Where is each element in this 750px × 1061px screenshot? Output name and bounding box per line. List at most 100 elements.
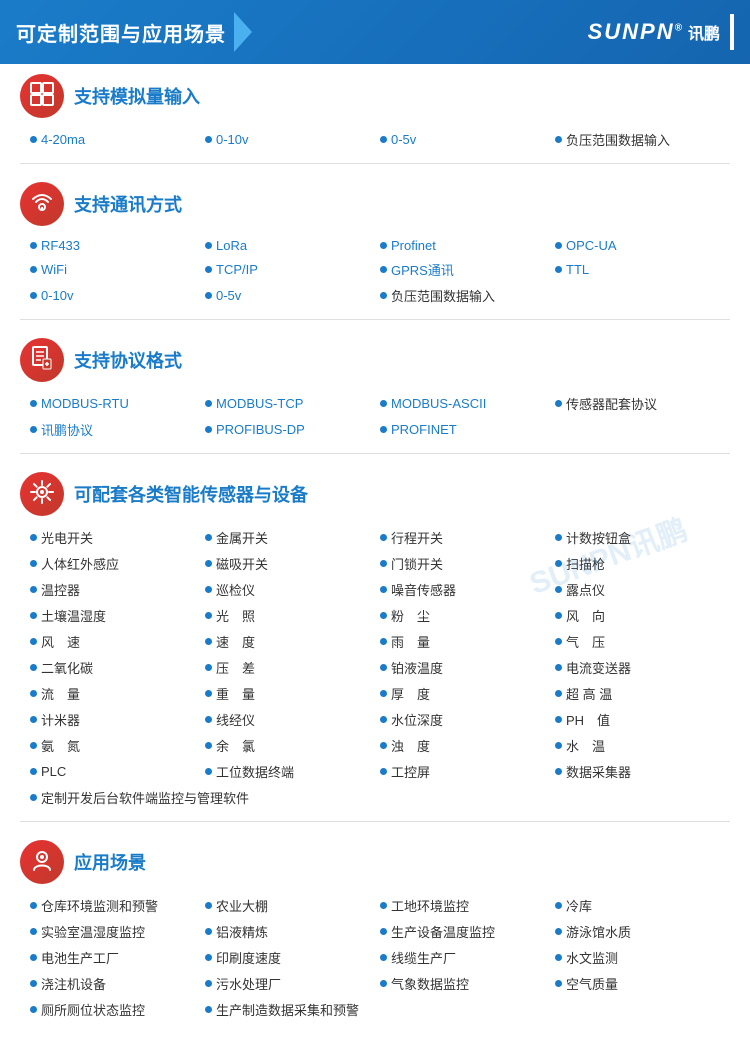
item-label: TCP/IP xyxy=(216,262,258,277)
list-item: TCP/IP xyxy=(205,258,380,281)
list-item: 空气质量 xyxy=(555,972,730,995)
analog-title: 支持模拟量输入 xyxy=(74,83,200,109)
list-item: 水位深度 xyxy=(380,708,555,731)
list-item: 线经仪 xyxy=(205,708,380,731)
list-item: 粉 尘 xyxy=(380,604,555,627)
list-item: 气象数据监控 xyxy=(380,972,555,995)
item-label: 重 量 xyxy=(216,684,255,703)
item-label: 光电开关 xyxy=(41,528,93,547)
item-label: 0-10v xyxy=(216,132,249,147)
sensor-icon-circle xyxy=(20,472,64,516)
item-label: 二氧化碳 xyxy=(41,658,93,677)
bullet-icon xyxy=(555,612,562,619)
bullet-icon xyxy=(30,612,37,619)
item-label: 厚 度 xyxy=(391,684,430,703)
bullet-icon xyxy=(205,266,212,273)
list-item: 风 速 xyxy=(30,630,205,653)
bullet-icon xyxy=(205,768,212,775)
bullet-icon xyxy=(380,586,387,593)
item-label: PROFINET xyxy=(391,422,457,437)
item-label: 超 高 温 xyxy=(566,684,612,703)
bullet-icon xyxy=(380,928,387,935)
bullet-icon xyxy=(380,400,387,407)
list-item: 浇注机设备 xyxy=(30,972,205,995)
list-item: GPRS通讯 xyxy=(380,258,555,281)
bullet-icon xyxy=(380,560,387,567)
item-label: 浇注机设备 xyxy=(41,974,106,993)
section-protocol-header: 支持协议格式 xyxy=(20,338,730,382)
section-comm: 支持通讯方式 RF433 LoRa Profinet OPC-UA WiFi T… xyxy=(20,182,730,320)
logo-divider xyxy=(730,14,734,50)
item-label: Profinet xyxy=(391,238,436,253)
list-item: 扫描枪 xyxy=(555,552,730,575)
item-label: 污水处理厂 xyxy=(216,974,281,993)
list-item: PROFIBUS-DP xyxy=(205,418,380,441)
list-item: 计米器 xyxy=(30,708,205,731)
analog-icon xyxy=(29,81,55,111)
item-label: LoRa xyxy=(216,238,247,253)
list-item: 厚 度 xyxy=(380,682,555,705)
list-item: 实验室温湿度监控 xyxy=(30,920,205,943)
bullet-icon xyxy=(205,716,212,723)
bullet-icon xyxy=(205,664,212,671)
protocol-title: 支持协议格式 xyxy=(74,347,182,373)
item-label: 4-20ma xyxy=(41,132,85,147)
list-item: 0-5v xyxy=(205,284,380,307)
item-label: 仓库环境监测和预警 xyxy=(41,896,158,915)
item-label: 门锁开关 xyxy=(391,554,443,573)
bullet-icon xyxy=(380,742,387,749)
item-label: 行程开关 xyxy=(391,528,443,547)
item-label: 讯鹏协议 xyxy=(41,420,93,439)
bullet-icon xyxy=(380,954,387,961)
list-item: 氨 氮 xyxy=(30,734,205,757)
item-label: 气 压 xyxy=(566,632,605,651)
item-label: 水文监测 xyxy=(566,948,618,967)
bullet-icon xyxy=(205,292,212,299)
list-item: 电流变送器 xyxy=(555,656,730,679)
list-item: MODBUS-TCP xyxy=(205,392,380,415)
bullet-icon xyxy=(30,586,37,593)
bullet-icon xyxy=(205,742,212,749)
list-item: 二氧化碳 xyxy=(30,656,205,679)
item-label: 0-5v xyxy=(216,288,241,303)
bullet-icon xyxy=(555,400,562,407)
protocol-items: MODBUS-RTU MODBUS-TCP MODBUS-ASCII 传感器配套… xyxy=(20,392,730,441)
bullet-icon xyxy=(555,534,562,541)
section-app-header: 应用场景 xyxy=(20,840,730,884)
list-item: MODBUS-RTU xyxy=(30,392,205,415)
header-title-area: 可定制范围与应用场景 xyxy=(16,12,252,52)
item-label: 空气质量 xyxy=(566,974,618,993)
item-label: 露点仪 xyxy=(566,580,605,599)
bullet-icon xyxy=(30,400,37,407)
list-item: 污水处理厂 xyxy=(205,972,380,995)
list-item: 生产制造数据采集和预警 xyxy=(205,998,555,1021)
list-item: 巡检仪 xyxy=(205,578,380,601)
app-icon-circle xyxy=(20,840,64,884)
list-item: 0-10v xyxy=(205,128,380,151)
list-item: 光 照 xyxy=(205,604,380,627)
list-item: 余 氯 xyxy=(205,734,380,757)
item-label: 浊 度 xyxy=(391,736,430,755)
bullet-icon xyxy=(380,426,387,433)
list-item: 印刷度速度 xyxy=(205,946,380,969)
bullet-icon xyxy=(205,560,212,567)
app-title: 应用场景 xyxy=(74,849,146,875)
empty-cell xyxy=(555,418,730,441)
item-label: 风 向 xyxy=(566,606,605,625)
list-item: 线缆生产厂 xyxy=(380,946,555,969)
list-item-full: 定制开发后台软件端监控与管理软件 xyxy=(30,786,730,809)
list-item: LoRa xyxy=(205,236,380,255)
list-item: 0-10v xyxy=(30,284,205,307)
sensor-items: 光电开关 金属开关 行程开关 计数按钮盒 人体红外感应 磁吸开关 门锁开关 扫描… xyxy=(20,526,730,809)
bullet-icon xyxy=(380,664,387,671)
item-label: PROFIBUS-DP xyxy=(216,422,305,437)
item-label: 负压范围数据输入 xyxy=(566,130,670,149)
sensors-title: 可配套各类智能传感器与设备 xyxy=(74,481,308,507)
item-label: 气象数据监控 xyxy=(391,974,469,993)
list-item: 磁吸开关 xyxy=(205,552,380,575)
list-item: 游泳馆水质 xyxy=(555,920,730,943)
bullet-icon xyxy=(30,1006,37,1013)
list-item: 4-20ma xyxy=(30,128,205,151)
list-item: PROFINET xyxy=(380,418,555,441)
bullet-icon xyxy=(380,136,387,143)
